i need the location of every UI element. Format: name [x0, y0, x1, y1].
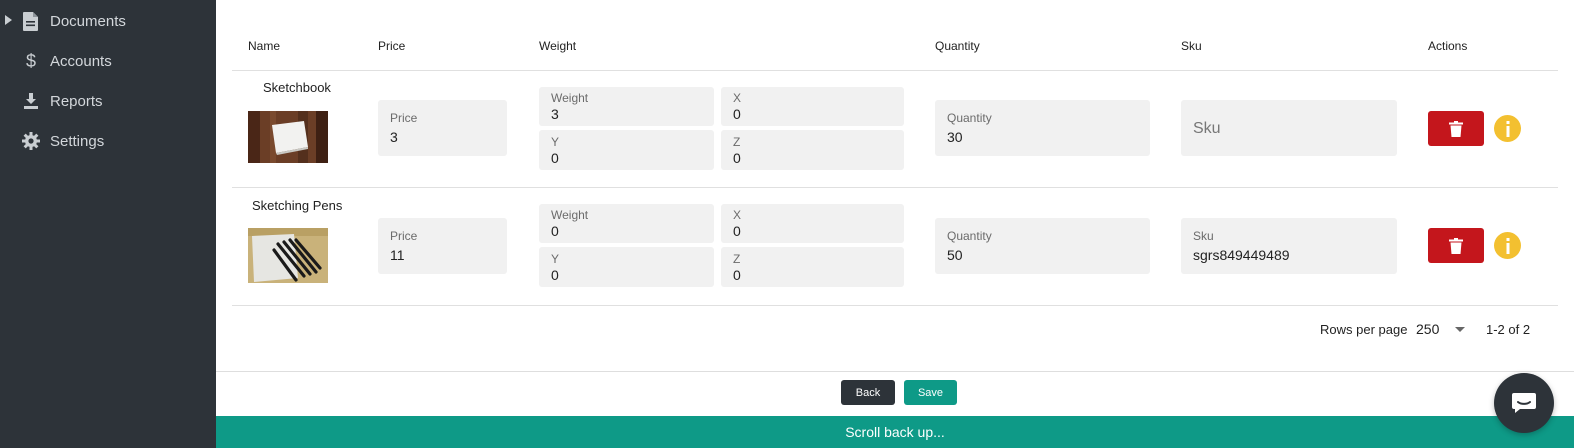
- rows-per-page-select[interactable]: 250: [1416, 320, 1466, 340]
- y-field[interactable]: Y 0: [539, 247, 714, 287]
- sku-field[interactable]: Sku sgrs849449489: [1181, 218, 1397, 274]
- z-value: 0: [733, 267, 741, 283]
- x-label: X: [733, 91, 742, 105]
- dollar-icon: $: [25, 50, 36, 71]
- info-button[interactable]: [1494, 115, 1521, 142]
- pagination-range: 1-2 of 2: [1486, 322, 1531, 337]
- weight-label: Weight: [551, 91, 589, 105]
- product-image: [248, 111, 328, 163]
- price-value: 11: [390, 247, 405, 263]
- delete-button[interactable]: [1428, 111, 1484, 146]
- y-field[interactable]: Y 0: [539, 130, 714, 170]
- chat-button[interactable]: [1494, 373, 1554, 433]
- product-image: [248, 228, 328, 283]
- weight-label: Weight: [551, 208, 589, 222]
- sidebar: Documents $ Accounts Reports Settings: [0, 0, 216, 448]
- z-field[interactable]: Z 0: [721, 247, 904, 287]
- weight-field[interactable]: Weight 3: [539, 87, 714, 126]
- quantity-label: Quantity: [947, 229, 992, 243]
- weight-value: 0: [551, 223, 559, 239]
- sidebar-item-accounts[interactable]: $ Accounts: [0, 41, 216, 81]
- column-header-name: Name: [248, 39, 281, 53]
- x-value: 0: [733, 223, 741, 239]
- rows-per-page-label: Rows per page: [1320, 322, 1408, 337]
- z-label: Z: [733, 252, 741, 266]
- trash-icon: [1449, 120, 1463, 137]
- sku-field[interactable]: Sku: [1181, 100, 1397, 156]
- document-icon: [22, 11, 40, 31]
- column-header-weight: Weight: [539, 39, 577, 53]
- x-value: 0: [733, 106, 741, 122]
- download-icon: [22, 91, 40, 111]
- z-label: Z: [733, 135, 741, 149]
- sku-placeholder: Sku: [1193, 120, 1221, 137]
- weight-field[interactable]: Weight 0: [539, 204, 714, 243]
- y-label: Y: [551, 135, 560, 149]
- quantity-value: 50: [947, 247, 963, 263]
- divider: [216, 371, 1574, 372]
- sidebar-item-label: Reports: [50, 92, 103, 110]
- expand-caret-icon[interactable]: [5, 15, 12, 25]
- scroll-back-up-bar[interactable]: Scroll back up...: [216, 416, 1574, 448]
- sidebar-item-label: Documents: [50, 12, 126, 30]
- column-header-quantity: Quantity: [935, 39, 980, 53]
- save-button[interactable]: Save: [904, 380, 957, 405]
- quantity-value: 30: [947, 129, 963, 145]
- y-value: 0: [551, 267, 559, 283]
- dropdown-arrow-icon: [1455, 327, 1465, 332]
- sidebar-item-settings[interactable]: Settings: [0, 121, 216, 161]
- column-header-sku: Sku: [1181, 39, 1202, 53]
- x-field[interactable]: X 0: [721, 204, 904, 243]
- sidebar-item-documents[interactable]: Documents: [0, 1, 216, 41]
- y-label: Y: [551, 252, 560, 266]
- price-value: 3: [390, 129, 398, 145]
- sidebar-item-label: Accounts: [50, 52, 112, 70]
- z-value: 0: [733, 150, 741, 166]
- back-button[interactable]: Back: [841, 380, 895, 405]
- main-content: Name Price Weight Quantity Sku Actions S…: [216, 0, 1574, 448]
- column-header-actions: Actions: [1428, 39, 1468, 53]
- quantity-field[interactable]: Quantity 50: [935, 218, 1150, 274]
- sidebar-item-label: Settings: [50, 132, 105, 150]
- gear-icon: [22, 131, 40, 151]
- price-label: Price: [390, 229, 418, 243]
- price-field[interactable]: Price 11: [378, 218, 507, 274]
- sku-label: Sku: [1193, 229, 1214, 243]
- x-field[interactable]: X 0: [721, 87, 904, 126]
- rows-per-page-value: 250: [1416, 321, 1440, 337]
- divider: [232, 187, 1558, 188]
- column-header-price: Price: [378, 39, 406, 53]
- divider: [232, 70, 1558, 71]
- quantity-field[interactable]: Quantity 30: [935, 100, 1150, 156]
- x-label: X: [733, 208, 742, 222]
- price-field[interactable]: Price 3: [378, 100, 507, 156]
- weight-value: 3: [551, 106, 559, 122]
- divider: [232, 305, 1558, 306]
- product-name: Sketching Pens: [252, 198, 343, 213]
- product-name: Sketchbook: [263, 80, 331, 95]
- price-label: Price: [390, 111, 418, 125]
- delete-button[interactable]: [1428, 228, 1484, 263]
- y-value: 0: [551, 150, 559, 166]
- chat-bubble-icon: [1512, 393, 1536, 413]
- z-field[interactable]: Z 0: [721, 130, 904, 170]
- info-icon: [1506, 120, 1509, 137]
- trash-icon: [1449, 237, 1463, 254]
- quantity-label: Quantity: [947, 111, 992, 125]
- info-icon: [1506, 237, 1509, 254]
- sku-value: sgrs849449489: [1193, 247, 1290, 263]
- info-button[interactable]: [1494, 232, 1521, 259]
- sidebar-item-reports[interactable]: Reports: [0, 81, 216, 121]
